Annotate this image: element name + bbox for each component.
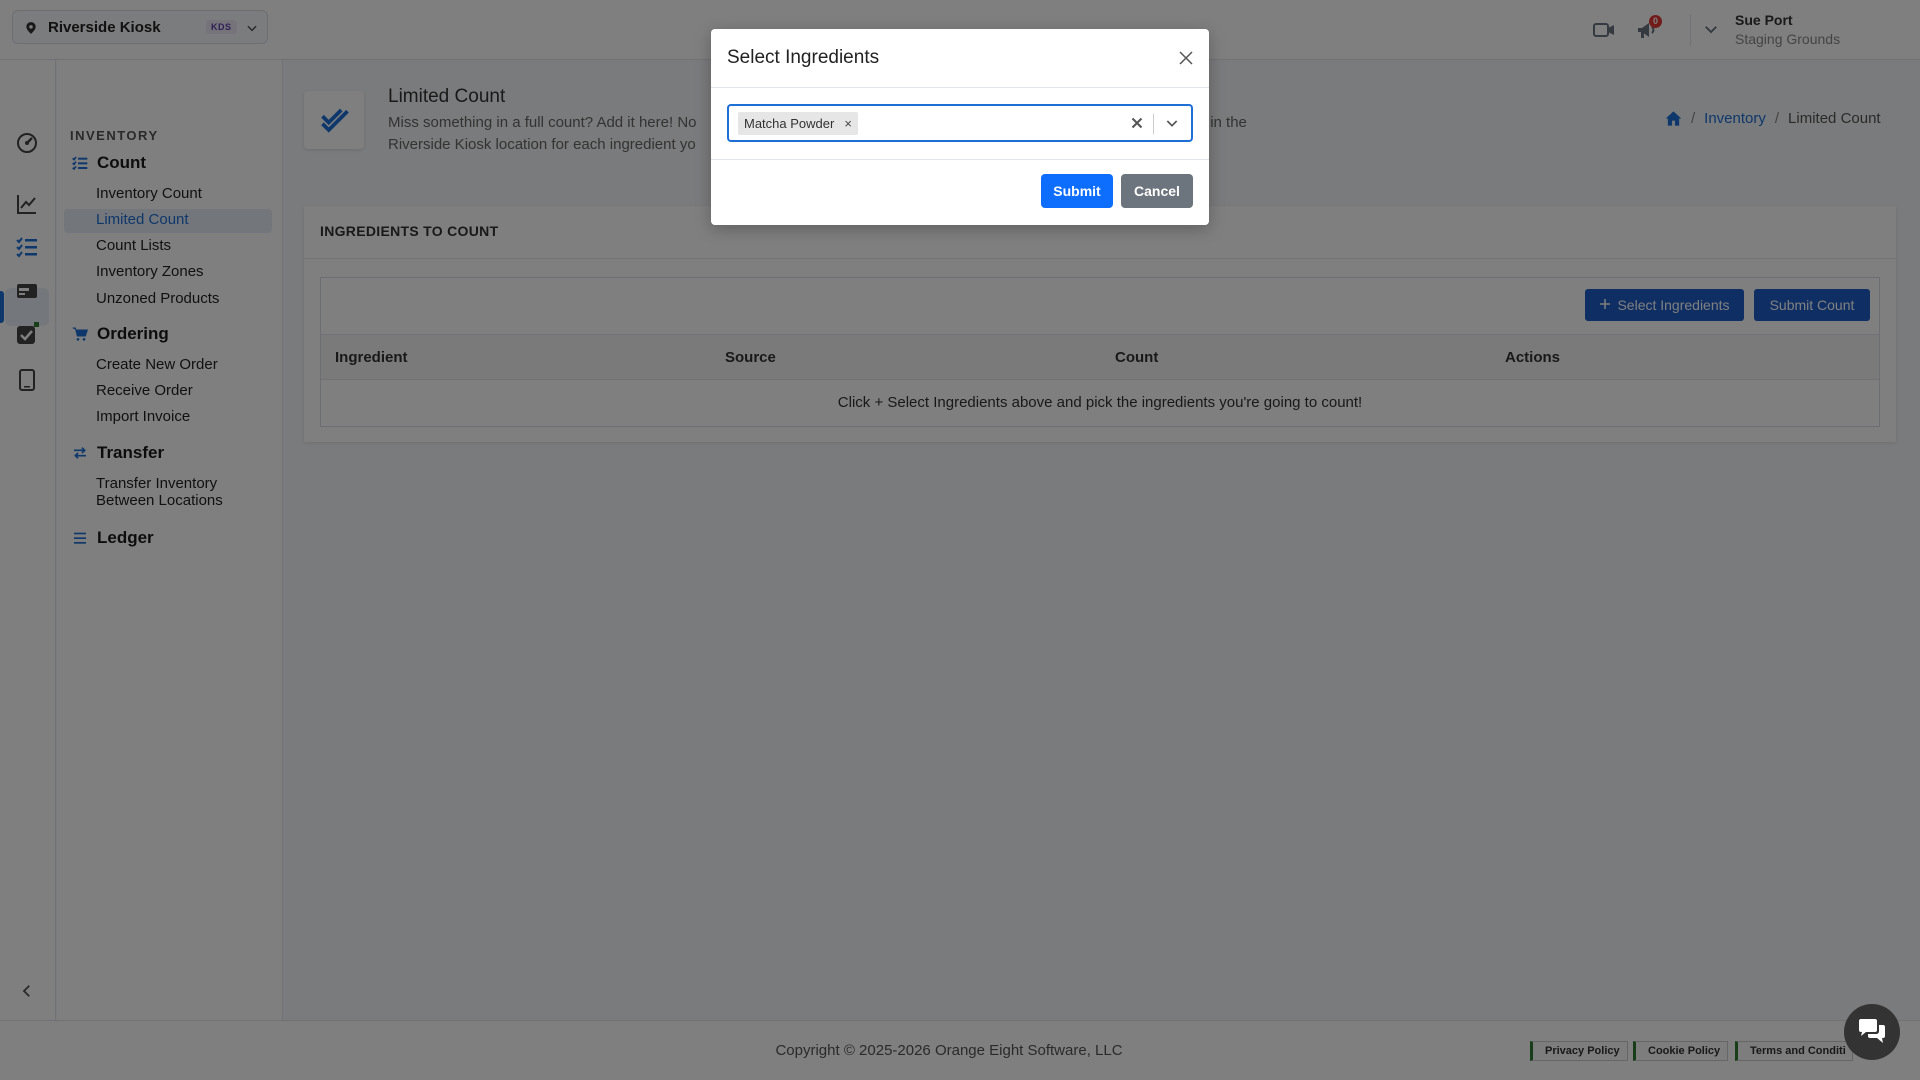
chat-widget-button[interactable]: [1844, 1004, 1900, 1060]
cancel-button[interactable]: Cancel: [1121, 174, 1193, 208]
remove-chip-icon[interactable]: ×: [844, 116, 852, 131]
ingredient-multiselect[interactable]: Matcha Powder ×: [727, 104, 1193, 142]
chevron-down-icon[interactable]: [1164, 115, 1180, 131]
modal-header-divider: [711, 87, 1209, 88]
select-ingredients-modal: Select Ingredients Matcha Powder × Submi…: [711, 29, 1209, 225]
close-icon[interactable]: [1177, 49, 1195, 67]
chat-bubbles-icon: [1859, 1019, 1885, 1043]
modal-footer-divider: [711, 159, 1209, 160]
submit-button[interactable]: Submit: [1041, 174, 1113, 208]
chip-label: Matcha Powder: [744, 116, 835, 131]
selected-ingredient-chip: Matcha Powder ×: [738, 112, 858, 135]
modal-title: Select Ingredients: [727, 47, 880, 68]
select-separator: [1153, 114, 1154, 134]
clear-selection-icon[interactable]: [1128, 114, 1146, 132]
